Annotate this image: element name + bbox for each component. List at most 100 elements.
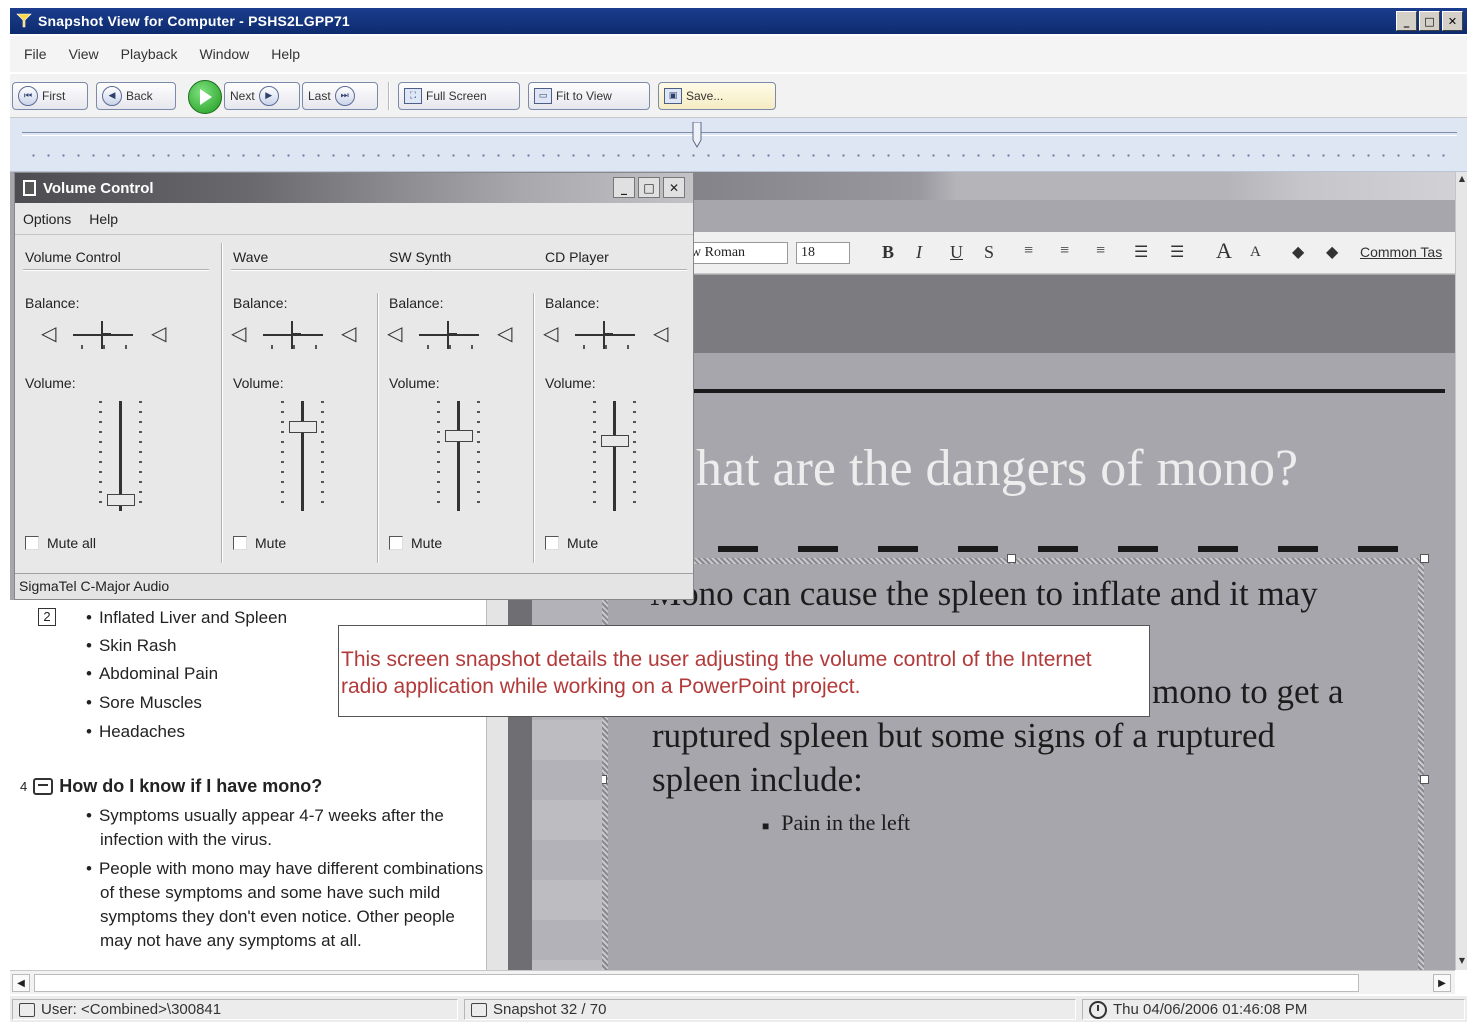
menu-view[interactable]: View	[69, 46, 99, 62]
slide-body-line: ruptured spleen but some signs of a rupt…	[652, 716, 1276, 755]
outline-bullet[interactable]: Abdominal Pain	[86, 664, 218, 684]
menu-playback[interactable]: Playback	[121, 46, 178, 62]
slide-body-line: mono to get a	[1152, 672, 1344, 711]
minimize-button[interactable]: _	[1396, 11, 1417, 31]
window-title-bar: Snapshot View for Computer - PSHS2LGPP71…	[10, 8, 1467, 34]
scroll-down-icon[interactable]: ▼	[1457, 956, 1467, 968]
mute-label: Mute	[255, 535, 287, 551]
slide-title[interactable]: hat are the dangers of mono?	[696, 439, 1298, 498]
last-button[interactable]: Last ⏭	[302, 82, 378, 110]
maximize-button[interactable]: □	[1419, 11, 1440, 31]
demote-icon[interactable]: ◆	[1326, 242, 1338, 262]
align-right-icon[interactable]: ≡	[1096, 242, 1105, 260]
mute-checkbox[interactable]: Mute	[233, 535, 286, 551]
numbering-icon[interactable]: ☰	[1134, 242, 1148, 262]
timeline-thumb[interactable]	[691, 122, 703, 148]
font-size-box[interactable]: 18	[796, 242, 850, 264]
back-button[interactable]: ◀ Back	[96, 82, 176, 110]
bullets-icon[interactable]: ☰	[1170, 242, 1184, 262]
close-button[interactable]: ✕	[1442, 11, 1463, 31]
mute-all-checkbox[interactable]: Mute all	[25, 535, 96, 551]
mute-checkbox[interactable]: Mute	[389, 535, 442, 551]
volume-slider[interactable]	[93, 401, 153, 511]
volume-slider[interactable]	[431, 401, 491, 511]
italic-button[interactable]: I	[916, 242, 922, 263]
volume-slider[interactable]	[587, 401, 647, 511]
volume-label: Volume:	[389, 375, 440, 391]
mute-checkbox[interactable]: Mute	[545, 535, 598, 551]
vol-minimize-button[interactable]: _	[613, 177, 635, 198]
save-label: Save...	[686, 89, 724, 103]
outline-bullet[interactable]: People with mono may have different comb…	[86, 857, 486, 953]
checkbox-box[interactable]	[25, 536, 39, 550]
next-button[interactable]: Next ▶	[224, 82, 300, 110]
volume-thumb[interactable]	[601, 435, 629, 447]
outline-bullet[interactable]: Symptoms usually appear 4-7 weeks after …	[86, 804, 486, 852]
outline-bullet[interactable]: Skin Rash	[86, 636, 176, 656]
horizontal-scroll-thumb[interactable]	[34, 974, 1359, 992]
align-center-icon[interactable]: ≡	[1060, 242, 1069, 260]
full-screen-button[interactable]: ⛶ Full Screen	[398, 82, 520, 110]
volume-thumb[interactable]	[289, 421, 317, 433]
checkbox-box[interactable]	[545, 536, 559, 550]
menu-help[interactable]: Help	[271, 46, 300, 62]
volume-thumb[interactable]	[445, 430, 473, 442]
checkbox-box[interactable]	[233, 536, 247, 550]
balance-slider[interactable]: ◁ ◁	[385, 319, 525, 353]
align-left-icon[interactable]: ≡	[1024, 242, 1033, 260]
balance-slider[interactable]: ◁ ◁	[541, 319, 681, 353]
fit-to-view-button[interactable]: ▭ Fit to View	[528, 82, 650, 110]
selection-handle[interactable]	[1420, 775, 1429, 784]
balance-label: Balance:	[545, 295, 600, 311]
full-screen-icon: ⛶	[404, 88, 422, 104]
increase-font-icon[interactable]: A	[1216, 238, 1232, 264]
balance-slider[interactable]: ◁ ◁	[229, 319, 369, 353]
outline-slide-heading[interactable]: 4 How do I know if I have mono?	[20, 776, 322, 797]
selection-handle[interactable]	[1420, 554, 1429, 563]
volume-slider[interactable]	[275, 401, 335, 511]
vol-close-button[interactable]: ✕	[663, 177, 685, 198]
underline-button[interactable]: U	[950, 242, 963, 263]
bold-button[interactable]: B	[882, 242, 894, 263]
selection-handle[interactable]	[1007, 554, 1016, 563]
balance-thumb[interactable]	[447, 321, 457, 349]
status-user: User: <Combined>\300841	[12, 999, 458, 1020]
timeline-slider[interactable]	[10, 118, 1467, 172]
common-tasks-menu[interactable]: Common Tas	[1360, 244, 1442, 260]
vol-maximize-button[interactable]: □	[638, 177, 660, 198]
outline-bullet[interactable]: Inflated Liver and Spleen	[86, 608, 287, 628]
menu-window[interactable]: Window	[199, 46, 249, 62]
volume-thumb[interactable]	[107, 494, 135, 506]
next-icon: ▶	[258, 86, 279, 106]
play-icon	[200, 89, 212, 105]
horizontal-scrollbar[interactable]: ◀ ▶	[10, 970, 1455, 994]
outline-bullet[interactable]: Headaches	[86, 722, 185, 742]
play-button[interactable]	[188, 80, 222, 114]
scroll-up-icon[interactable]: ▲	[1457, 174, 1467, 186]
snapshot-viewport: w Roman 18 B I U S ≡ ≡ ≡ ☰ ☰ A A ◆ ◆ Com…	[10, 172, 1455, 970]
balance-thumb[interactable]	[603, 321, 613, 349]
outline-bullet[interactable]: Sore Muscles	[86, 693, 202, 713]
slide-icon	[33, 778, 54, 795]
balance-thumb[interactable]	[291, 321, 301, 349]
menu-bar: File View Playback Window Help	[10, 36, 1467, 72]
shadow-button[interactable]: S	[984, 242, 994, 263]
first-button[interactable]: ⏮ First	[12, 82, 88, 110]
scroll-left-icon[interactable]: ◀	[12, 974, 30, 992]
slide-rule	[688, 389, 1445, 393]
promote-icon[interactable]: ◆	[1292, 242, 1304, 262]
vol-menu-options[interactable]: Options	[23, 211, 71, 227]
save-button[interactable]: ▣ Save...	[658, 82, 776, 110]
decrease-font-icon[interactable]: A	[1250, 244, 1261, 261]
scroll-right-icon[interactable]: ▶	[1433, 974, 1451, 992]
checkbox-box[interactable]	[389, 536, 403, 550]
vol-menu-help[interactable]: Help	[89, 211, 118, 227]
timeline-ticks	[26, 154, 1453, 157]
vertical-scrollbar[interactable]: ▲ ▼	[1455, 172, 1467, 970]
balance-slider[interactable]: ◁ ◁	[39, 319, 179, 353]
volume-control-menu: Options Help	[15, 203, 693, 235]
balance-thumb[interactable]	[101, 321, 111, 349]
clock-icon	[1089, 1000, 1107, 1019]
menu-file[interactable]: File	[24, 46, 47, 62]
font-name-box[interactable]: w Roman	[688, 242, 788, 264]
